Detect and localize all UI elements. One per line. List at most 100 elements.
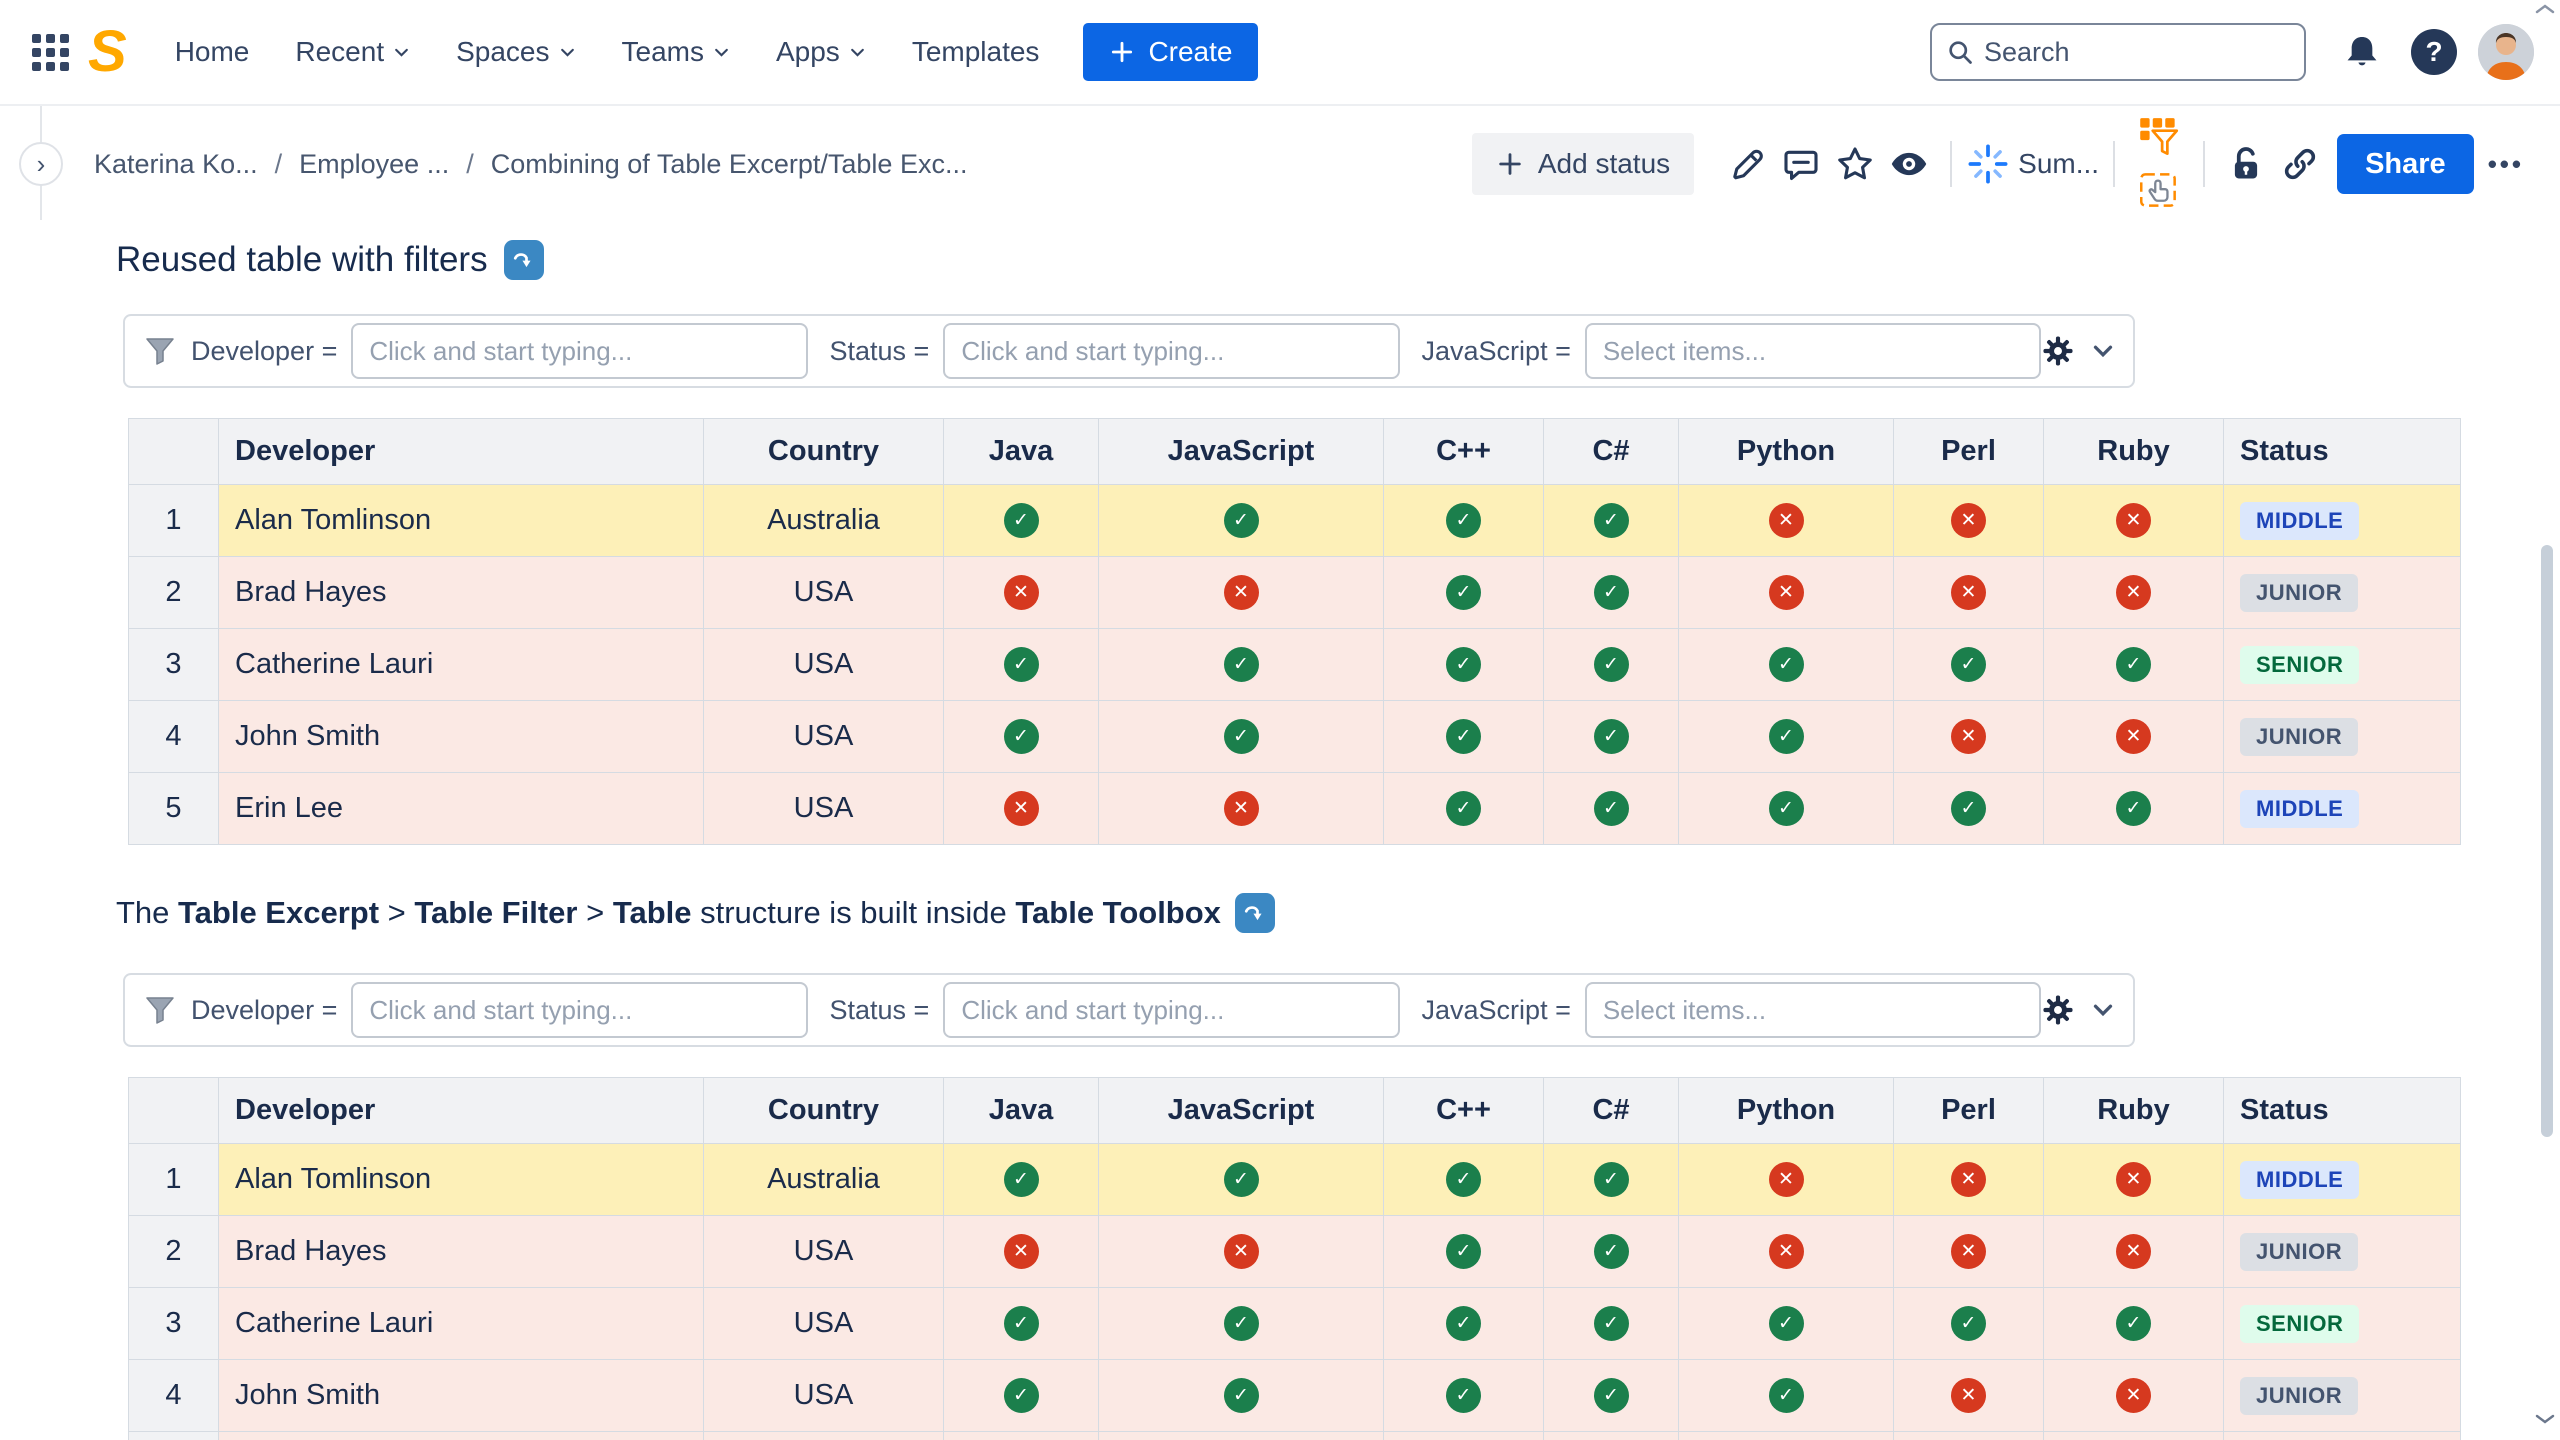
skill-cell: ✓ [944,1360,1099,1432]
nav-item-label: Spaces [456,36,549,68]
user-avatar[interactable] [2478,24,2534,80]
check-icon: ✓ [1446,719,1481,754]
check-icon: ✓ [1446,503,1481,538]
toolbar-divider [2113,141,2115,187]
skill-cell: ✓ [1384,1360,1544,1432]
nav-item-apps[interactable]: Apps [776,36,866,68]
nav-item-home[interactable]: Home [175,36,250,68]
status-cell: JUNIOR [2224,1360,2461,1432]
developer-cell: Alan Tomlinson [219,1144,704,1216]
check-icon: ✓ [1224,719,1259,754]
skill-cell: ✕ [1894,557,2044,629]
skill-cell: ✓ [944,485,1099,557]
gear-icon[interactable] [2041,334,2075,368]
table-row: 3Catherine LauriUSA✓✓✓✓✓✓✓SENIOR [129,1288,2461,1360]
status-cell: SENIOR [2224,1288,2461,1360]
handy-macros-app-icon[interactable] [2135,166,2183,214]
nav-item-templates[interactable]: Templates [912,36,1040,68]
row-number-header [129,419,219,485]
edit-pencil-icon[interactable] [1720,137,1774,191]
nav-item-teams[interactable]: Teams [622,36,730,68]
skill-cell: ✓ [1894,629,2044,701]
developer-filter-input[interactable] [351,982,807,1038]
brand-logo[interactable]: S [88,23,127,81]
table-filter-app-icon[interactable] [2135,114,2183,162]
row-number-cell: 1 [129,485,219,557]
copy-link-icon[interactable] [2273,137,2327,191]
check-icon: ✓ [1594,791,1629,826]
comment-icon[interactable] [1774,137,1828,191]
javascript-filter-select[interactable] [1585,982,2041,1038]
skill-cell: ✓ [1384,1216,1544,1288]
chevron-down-icon[interactable] [2091,339,2115,363]
add-status-label: Add status [1538,148,1670,180]
nav-item-label: Recent [295,36,384,68]
skill-cell: ✓ [1679,629,1894,701]
javascript-filter-select[interactable] [1585,323,2041,379]
status-cell: JUNIOR [2224,557,2461,629]
column-header-python: Python [1679,419,1894,485]
filter-funnel-icon [143,993,177,1027]
paragraph-bold-text: Table Toolbox [1015,895,1221,930]
sidebar-expand-button[interactable]: › [19,142,63,186]
skill-cell: ✓ [1384,773,1544,845]
country-cell: USA [704,701,944,773]
breadcrumb-item-2[interactable]: Employee ... [299,149,449,180]
more-actions-button[interactable]: ••• [2488,149,2524,180]
ai-summarize-button[interactable]: Sum... [1966,142,2099,186]
nav-item-spaces[interactable]: Spaces [456,36,575,68]
cross-icon: ✕ [2116,575,2151,610]
nav-item-recent[interactable]: Recent [295,36,410,68]
watch-eye-icon[interactable] [1882,137,1936,191]
vertical-scrollbar-thumb[interactable] [2541,545,2553,1137]
developer-cell: John Smith [219,701,704,773]
gear-icon[interactable] [2041,993,2075,1027]
scroll-down-arrow[interactable] [2534,1412,2556,1429]
skill-cell: ✓ [1679,1432,1894,1440]
status-cell: MIDDLE [2224,1144,2461,1216]
check-icon: ✓ [1951,1306,1986,1341]
country-cell: USA [704,1432,944,1440]
country-cell: Australia [704,1144,944,1216]
cross-icon: ✕ [2116,719,2151,754]
status-filter-input[interactable] [943,323,1399,379]
search-input[interactable] [1984,37,2290,68]
check-icon: ✓ [1769,791,1804,826]
star-favorite-icon[interactable] [1828,137,1882,191]
column-header-java: Java [944,1078,1099,1144]
column-header-developer: Developer [219,419,704,485]
check-icon: ✓ [2116,1306,2151,1341]
heading-text: Reused table with filters [116,240,488,280]
create-label: Create [1148,36,1232,68]
column-header-javascript: JavaScript [1099,419,1384,485]
share-button[interactable]: Share [2337,134,2474,194]
status-badge: JUNIOR [2240,718,2358,756]
search-box[interactable] [1930,23,2306,81]
filter-label-status: Status = [830,995,930,1026]
toolbox-table-filter-bar: Developer =Status =JavaScript = [123,973,2135,1047]
cross-icon: ✕ [1004,791,1039,826]
skill-cell: ✕ [944,1216,1099,1288]
skill-cell: ✕ [2044,1216,2224,1288]
notifications-bell-icon[interactable] [2334,24,2390,80]
cross-icon: ✕ [1769,503,1804,538]
status-cell: SENIOR [2224,629,2461,701]
filter-label-status: Status = [830,336,930,367]
breadcrumb-item-1[interactable]: Katerina Ko... [94,149,258,180]
status-filter-input[interactable] [943,982,1399,1038]
column-header-c: C# [1544,419,1679,485]
cross-icon: ✕ [2116,1378,2151,1413]
cross-icon: ✕ [1224,1234,1259,1269]
unlock-icon[interactable] [2219,137,2273,191]
chevron-down-icon[interactable] [2091,998,2115,1022]
help-icon[interactable]: ? [2406,24,2462,80]
developer-filter-input[interactable] [351,323,807,379]
app-switcher-icon[interactable] [26,28,74,76]
scroll-up-arrow[interactable] [2534,2,2556,19]
add-status-button[interactable]: Add status [1472,133,1694,195]
column-header-c: C++ [1384,1078,1544,1144]
plus-icon [1109,39,1135,65]
create-button[interactable]: Create [1083,23,1258,81]
breadcrumb-item-3[interactable]: Combining of Table Excerpt/Table Exc... [491,149,968,180]
skill-cell: ✓ [1099,1360,1384,1432]
